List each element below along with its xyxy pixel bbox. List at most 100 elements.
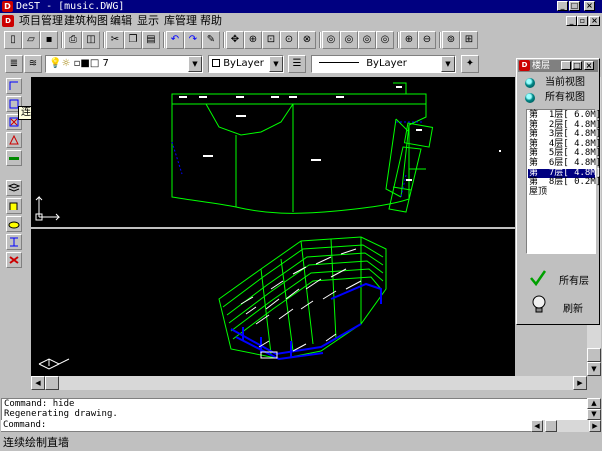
cmd-scroll-down-icon[interactable]: ▼ <box>587 409 601 420</box>
wall-segment-icon[interactable] <box>6 150 22 166</box>
panel-maximize-icon[interactable]: □ <box>572 61 582 70</box>
door-icon[interactable] <box>6 198 22 214</box>
panel-close-icon[interactable]: × <box>584 61 594 70</box>
cmd-scroll-thumb[interactable] <box>545 420 557 432</box>
zoom-all-icon[interactable]: ◎ <box>322 31 340 49</box>
cmd-scroll-left-icon[interactable]: ◀ <box>531 420 543 432</box>
menu-edit[interactable]: 编辑 <box>110 13 132 29</box>
lightbulb-icon <box>532 295 546 313</box>
cmd-scroll-right-icon[interactable]: ▶ <box>589 420 601 432</box>
app-logo-icon: D <box>2 1 13 12</box>
floor-panel-titlebar[interactable]: D 楼层 _ □ × <box>518 60 598 72</box>
menu-building[interactable]: 建筑构图 <box>64 13 108 29</box>
layer-manager-icon[interactable]: ≣ <box>5 55 23 73</box>
layer-lock-icon: ▫■□ <box>73 58 100 69</box>
floor-panel: D 楼层 _ □ × 当前视图 所有视图 第 1层[ 6.0M] 第 2层[ 4… <box>516 58 601 325</box>
horizontal-scroll-thumb[interactable] <box>45 376 59 390</box>
doc-restore-icon[interactable]: ▫ <box>577 16 588 26</box>
close-icon[interactable]: × <box>584 1 595 11</box>
scroll-down-icon[interactable]: ▼ <box>587 362 601 376</box>
layer-dropdown[interactable]: 💡☼ ▫■□ 7 ▼ <box>45 55 203 73</box>
doc-minimize-icon[interactable]: _ <box>566 16 577 26</box>
save-icon[interactable]: ▪ <box>40 31 58 49</box>
zoom-in-icon[interactable]: ⊕ <box>400 31 418 49</box>
floor-panel-logo-icon: D <box>519 60 530 71</box>
print-icon[interactable]: ⎙ <box>64 31 82 49</box>
doc-close-icon[interactable]: × <box>589 16 600 26</box>
column-icon[interactable] <box>6 234 22 250</box>
menu-library[interactable]: 库管理 <box>164 13 197 29</box>
scroll-right-icon[interactable]: ▶ <box>573 376 587 390</box>
zoom-window-icon[interactable]: ⊡ <box>262 31 280 49</box>
linetype-dropdown[interactable]: ByLayer ▼ <box>311 55 456 73</box>
print-preview-icon[interactable]: ◫ <box>82 31 100 49</box>
linetype-manager-icon[interactable]: ☰ <box>288 55 306 73</box>
status-text: 连续绘制直墙 <box>3 436 69 449</box>
redo-icon[interactable]: ↷ <box>184 31 202 49</box>
copy-icon[interactable]: ❐ <box>124 31 142 49</box>
undo-icon[interactable]: ↶ <box>166 31 184 49</box>
building-3d-model <box>38 236 387 370</box>
toolbar-separator <box>439 32 441 48</box>
aerial-view-icon[interactable]: ⊞ <box>460 31 478 49</box>
maximize-icon[interactable]: □ <box>569 1 580 11</box>
match-properties-icon[interactable]: ✎ <box>202 31 220 49</box>
menu-view[interactable]: 显示 <box>137 13 159 29</box>
window-icon[interactable] <box>6 216 22 232</box>
paste-icon[interactable]: ▤ <box>142 31 160 49</box>
zoom-dynamic-icon[interactable]: ◎ <box>358 31 376 49</box>
command-history-line: Regenerating drawing. <box>4 409 118 419</box>
floor-item-roof[interactable]: 屋顶 <box>528 187 595 198</box>
minimize-icon[interactable]: _ <box>557 1 568 11</box>
properties-icon[interactable]: ✦ <box>461 55 479 73</box>
pan-icon[interactable]: ✥ <box>226 31 244 49</box>
toolbar-separator <box>61 32 63 48</box>
color-dropdown[interactable]: ByLayer ▼ <box>208 55 284 73</box>
zoom-previous-icon[interactable]: ⊙ <box>280 31 298 49</box>
command-line-scrollbar[interactable]: ◀ ▶ <box>531 420 601 432</box>
open-folder-icon[interactable]: ▱ <box>22 31 40 49</box>
menu-help[interactable]: 帮助 <box>200 13 222 29</box>
horizontal-scrollbar[interactable]: ◀ ▶ <box>31 376 587 390</box>
zoom-scale-icon[interactable]: ◎ <box>376 31 394 49</box>
zoom-fit-icon[interactable]: ⊚ <box>442 31 460 49</box>
floor-panel-title: 楼层 <box>532 61 551 71</box>
document-logo-icon[interactable]: D <box>2 15 14 27</box>
cut-icon[interactable]: ✂ <box>106 31 124 49</box>
wall-polyline-icon[interactable] <box>6 78 22 94</box>
properties-toolbar: ≣ ≋ 💡☼ ▫■□ 7 ▼ ByLayer ▼ ☰ ByLayer ▼ ✦ <box>0 53 520 75</box>
command-history-scrollbar[interactable]: ▲ ▼ <box>587 398 601 420</box>
menu-project[interactable]: 项目管理 <box>19 13 63 29</box>
vertical-scroll-thumb[interactable] <box>587 348 601 362</box>
layer-previous-icon[interactable]: ≋ <box>24 55 42 73</box>
zoom-center-icon[interactable]: ◎ <box>340 31 358 49</box>
toolbar-separator <box>397 32 399 48</box>
all-views-label: 所有视图 <box>545 92 585 103</box>
zoom-out-icon[interactable]: ⊖ <box>418 31 436 49</box>
color-value: ByLayer <box>223 58 264 69</box>
all-views-radio[interactable] <box>525 93 535 103</box>
standard-toolbar: ▯ ▱ ▪ ⎙ ◫ ✂ ❐ ▤ ↶ ↷ ✎ ✥ ⊕ ⊡ ⊙ ⊗ ◎ ◎ ◎ ◎ … <box>0 29 602 52</box>
polygon-icon[interactable] <box>6 132 22 148</box>
erase-icon[interactable] <box>6 252 22 268</box>
panel-minimize-icon[interactable]: _ <box>561 61 571 70</box>
layers-icon[interactable] <box>6 180 22 196</box>
new-file-icon[interactable]: ▯ <box>4 31 22 49</box>
refresh-button[interactable]: 刷新 <box>525 294 595 316</box>
command-history[interactable]: Command: hide Regenerating drawing. <box>1 398 587 420</box>
command-line-input[interactable]: Command: <box>1 420 531 432</box>
floor-list[interactable]: 第 1层[ 6.0M] 第 2层[ 4.8M] 第 3层[ 4.8M] 第 4层… <box>526 109 601 254</box>
cmd-scroll-up-icon[interactable]: ▲ <box>587 398 601 409</box>
all-floors-button[interactable]: 所有层 <box>525 269 595 287</box>
plan-viewport[interactable] <box>31 77 515 228</box>
scroll-left-icon[interactable]: ◀ <box>31 376 45 390</box>
command-prompt: Command: <box>3 420 47 430</box>
layer-dropdown-arrow-icon[interactable]: ▼ <box>188 56 202 72</box>
all-floors-label: 所有层 <box>559 276 589 287</box>
zoom-realtime-icon[interactable]: ⊕ <box>244 31 262 49</box>
color-dropdown-arrow-icon[interactable]: ▼ <box>269 56 283 72</box>
linetype-dropdown-arrow-icon[interactable]: ▼ <box>441 56 455 72</box>
current-view-radio[interactable] <box>525 78 535 88</box>
zoom-extents-icon[interactable]: ⊗ <box>298 31 316 49</box>
3d-viewport[interactable] <box>31 229 515 376</box>
